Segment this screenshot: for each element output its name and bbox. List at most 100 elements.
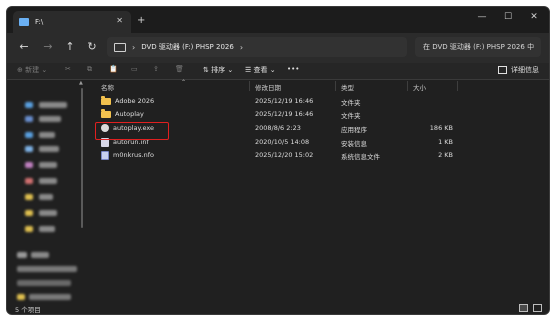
view-button[interactable]: ☰ 查看 ⌄ xyxy=(245,65,276,75)
file-modified: 2025/12/19 16:46 xyxy=(255,110,314,118)
refresh-button[interactable]: ↻ xyxy=(85,40,99,53)
cut-icon[interactable]: ✂ xyxy=(65,65,71,73)
column-header-type[interactable]: 类型 xyxy=(341,82,354,92)
file-modified: 2025/12/20 15:02 xyxy=(255,151,314,159)
file-size: 186 KB xyxy=(429,124,453,132)
folder-icon xyxy=(101,96,111,105)
sidebar-item[interactable] xyxy=(39,210,57,216)
sidebar-item[interactable] xyxy=(39,132,55,138)
sidebar-item-icon xyxy=(25,146,33,152)
tab-bar: F:\ ✕ + — ☐ ✕ xyxy=(7,7,549,33)
status-bar: 5 个项目 xyxy=(7,304,549,314)
sidebar-item-icon xyxy=(25,178,33,184)
file-name: m0nkrus.nfo xyxy=(113,151,154,159)
details-label: 详细信息 xyxy=(511,66,539,74)
file-row[interactable]: m0nkrus.nfo 2025/12/20 15:02 系统信息文件 2 KB xyxy=(89,150,549,162)
nfo-icon xyxy=(101,151,109,160)
column-divider[interactable] xyxy=(457,81,458,91)
new-button[interactable]: ⊕ 新建 ⌄ xyxy=(17,65,47,75)
close-window-button[interactable]: ✕ xyxy=(525,12,543,22)
details-pane-icon xyxy=(498,66,507,74)
sidebar-item[interactable] xyxy=(39,102,67,108)
new-tab-button[interactable]: + xyxy=(137,15,145,26)
sidebar-item-icon xyxy=(17,294,25,300)
file-type: 安装信息 xyxy=(341,140,367,148)
sidebar-item[interactable] xyxy=(39,146,59,152)
file-row[interactable]: Adobe 2026 2025/12/19 16:46 文件夹 xyxy=(89,96,549,108)
sidebar-item[interactable] xyxy=(39,116,61,122)
address-path[interactable]: DVD 驱动器 (F:) PHSP 2026 xyxy=(141,42,234,52)
minimize-button[interactable]: — xyxy=(473,12,491,22)
chevron-right-icon[interactable]: › xyxy=(132,43,135,52)
highlight-box xyxy=(95,122,169,140)
sidebar-item[interactable] xyxy=(39,178,57,184)
file-size: 2 KB xyxy=(438,151,453,159)
sidebar-item-icon xyxy=(25,102,33,108)
column-divider[interactable] xyxy=(249,81,250,91)
sort-button[interactable]: ⇅ 排序 ⌄ xyxy=(203,65,233,75)
file-name: Autoplay xyxy=(115,110,144,118)
column-header-name[interactable]: 名称 xyxy=(101,82,114,92)
sidebar-item-icon xyxy=(25,194,33,200)
column-divider[interactable] xyxy=(407,81,408,91)
sort-caret-icon: ⌃ xyxy=(181,79,187,86)
search-box[interactable]: 在 DVD 驱动器 (F:) PHSP 2026 中 xyxy=(415,37,541,57)
sidebar-item-icon xyxy=(25,162,33,168)
command-toolbar: ⊕ 新建 ⌄ ✂ ⧉ 📋 ▭ ⇪ 🗑 ⇅ 排序 ⌄ ☰ 查看 ⌄ ••• 详细信… xyxy=(7,63,549,80)
file-modified: 2025/12/19 16:46 xyxy=(255,97,314,105)
file-modified: 2008/8/6 2:23 xyxy=(255,124,301,132)
address-bar[interactable]: › DVD 驱动器 (F:) PHSP 2026 › xyxy=(107,37,407,57)
sidebar-item-icon xyxy=(25,210,33,216)
file-type: 应用程序 xyxy=(341,126,367,134)
file-type: 系统信息文件 xyxy=(341,153,380,161)
file-size: 1 KB xyxy=(438,138,453,146)
tiles-view-icon[interactable] xyxy=(533,304,542,312)
file-row[interactable]: Autoplay 2025/12/19 16:46 文件夹 xyxy=(89,109,549,121)
sidebar-item[interactable] xyxy=(17,266,77,272)
share-icon[interactable]: ⇪ xyxy=(153,65,159,73)
column-header-size[interactable]: 大小 xyxy=(413,82,426,92)
sidebar-item-icon xyxy=(25,116,33,122)
navigation-pane[interactable]: ▲ xyxy=(7,80,85,304)
sidebar-scrollbar[interactable] xyxy=(81,88,83,228)
paste-icon[interactable]: 📋 xyxy=(109,65,118,73)
sidebar-item-icon xyxy=(17,252,27,258)
navigation-bar: ← → ↑ ↻ › DVD 驱动器 (F:) PHSP 2026 › 在 DVD… xyxy=(7,33,549,63)
details-pane-button[interactable]: 详细信息 xyxy=(498,65,539,75)
file-modified: 2020/10/5 14:08 xyxy=(255,138,310,146)
drive-icon xyxy=(19,18,29,26)
sidebar-item[interactable] xyxy=(29,294,71,300)
back-button[interactable]: ← xyxy=(17,40,31,53)
file-list: ⌃ 名称 修改日期 类型 大小 Adobe 2026 2025/12/19 16… xyxy=(89,79,549,304)
tab-title: F:\ xyxy=(35,18,44,26)
details-view-icon[interactable] xyxy=(519,304,528,312)
sidebar-item-icon xyxy=(25,132,33,138)
sidebar-item[interactable] xyxy=(39,226,55,232)
sidebar-item[interactable] xyxy=(39,162,57,168)
column-header-modified[interactable]: 修改日期 xyxy=(255,82,281,92)
file-name: Adobe 2026 xyxy=(115,97,155,105)
sidebar-item[interactable] xyxy=(31,252,49,258)
forward-button[interactable]: → xyxy=(41,40,55,53)
tab-close-icon[interactable]: ✕ xyxy=(116,16,123,25)
up-button[interactable]: ↑ xyxy=(63,40,77,53)
copy-icon[interactable]: ⧉ xyxy=(87,65,92,74)
sidebar-item[interactable] xyxy=(39,194,53,200)
file-explorer-window: F:\ ✕ + — ☐ ✕ ← → ↑ ↻ › DVD 驱动器 (F:) PHS… xyxy=(6,6,550,315)
monitor-icon xyxy=(114,42,126,52)
scroll-up-icon[interactable]: ▲ xyxy=(79,80,83,86)
more-options-button[interactable]: ••• xyxy=(287,65,299,73)
chevron-right-icon[interactable]: › xyxy=(240,43,243,52)
item-count: 5 个项目 xyxy=(15,306,41,314)
column-divider[interactable] xyxy=(335,81,336,91)
delete-icon[interactable]: 🗑 xyxy=(175,65,184,73)
folder-icon xyxy=(101,109,111,118)
sidebar-item[interactable] xyxy=(17,280,71,286)
sidebar-item-icon xyxy=(25,226,33,232)
file-type: 文件夹 xyxy=(341,112,361,120)
search-input[interactable]: 在 DVD 驱动器 (F:) PHSP 2026 中 xyxy=(423,42,534,52)
maximize-button[interactable]: ☐ xyxy=(499,12,517,22)
tab-drive-f[interactable]: F:\ ✕ xyxy=(13,11,131,33)
rename-icon[interactable]: ▭ xyxy=(131,65,138,73)
file-type: 文件夹 xyxy=(341,99,361,107)
